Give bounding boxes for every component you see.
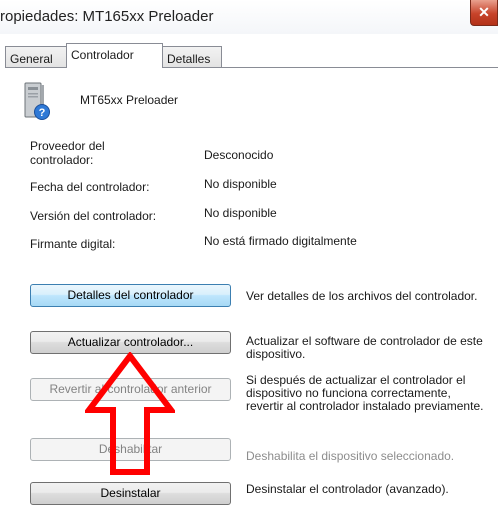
driver-details-button[interactable]: Detalles del controlador bbox=[30, 284, 231, 307]
uninstall-driver-button[interactable]: Desinstalar bbox=[30, 482, 231, 505]
tab-detalles[interactable]: Detalles bbox=[162, 46, 222, 67]
driver-version-value: No disponible bbox=[204, 206, 277, 220]
update-driver-description: Actualizar el software de controlador de… bbox=[246, 334, 483, 361]
red-up-arrow-icon bbox=[85, 352, 175, 475]
update-driver-button[interactable]: Actualizar controlador... bbox=[30, 331, 231, 354]
svg-text:?: ? bbox=[39, 107, 46, 119]
uninstall-driver-description: Desinstalar el controlador (avanzado). bbox=[246, 482, 449, 496]
window-title: ropiedades: MT165xx Preloader bbox=[0, 8, 214, 25]
digital-signer-value: No está firmado digitalmente bbox=[204, 234, 357, 248]
close-button[interactable]: ✕ bbox=[470, 0, 498, 26]
driver-provider-value: Desconocido bbox=[204, 148, 274, 162]
driver-provider-label: Proveedor del controlador: bbox=[30, 139, 105, 167]
device-name: MT65xx Preloader bbox=[80, 93, 179, 107]
driver-date-label: Fecha del controlador: bbox=[30, 180, 150, 194]
tab-controlador[interactable]: Controlador bbox=[66, 43, 163, 68]
title-bar: ropiedades: MT165xx Preloader ✕ bbox=[0, 0, 498, 34]
digital-signer-label: Firmante digital: bbox=[30, 237, 116, 251]
rollback-driver-description: Si después de actualizar el controlador … bbox=[246, 373, 484, 413]
disable-device-description: Deshabilita el dispositivo seleccionado. bbox=[246, 449, 455, 463]
driver-version-label: Versión del controlador: bbox=[30, 209, 157, 223]
driver-details-description: Ver detalles de los archivos del control… bbox=[246, 289, 478, 303]
tab-general[interactable]: General bbox=[5, 46, 67, 67]
computer-tower-help-icon: ? bbox=[24, 82, 50, 120]
driver-date-value: No disponible bbox=[204, 177, 277, 191]
